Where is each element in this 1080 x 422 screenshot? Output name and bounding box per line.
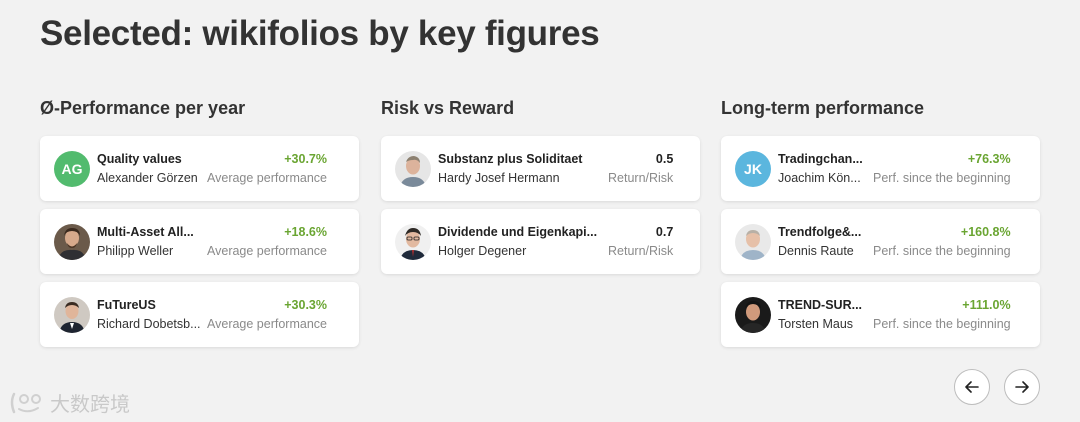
metric-label: Perf. since the beginning [873,316,1011,331]
wikifolio-name: FuTureUS [97,297,156,312]
trader-name: Holger Degener [438,243,527,258]
watermark-logo-icon [10,392,41,413]
trader-photo-icon [395,223,431,260]
avatar [395,223,431,260]
carousel-prev-button[interactable] [954,369,990,405]
arrow-left-icon [965,381,979,393]
trader-photo-icon [54,223,90,260]
performance-value: +111.0% [962,297,1011,312]
avatar-initials: AG [61,160,83,177]
performance-value: +18.6% [284,224,327,239]
trader-name: Richard Dobetsb... [97,316,201,331]
arrow-right-icon [1015,381,1029,393]
wikifolio-card[interactable]: Trendfolge&... Dennis Raute +160.8% Perf… [721,209,1040,274]
wikifolio-name: TREND-SUR... [778,297,863,312]
wikifolio-card[interactable]: Multi-Asset All... Philipp Weller +18.6%… [40,209,359,274]
trader-name: Philipp Weller [97,243,174,258]
avatar [54,223,90,260]
wikifolio-name: Quality values [97,151,182,166]
ratio-value: 0.5 [655,151,674,166]
wikifolio-card[interactable]: TREND-SUR... Torsten Maus +111.0% Perf. … [721,282,1040,347]
metric-label: Perf. since the beginning [873,170,1011,185]
trader-name: Torsten Maus [778,316,854,331]
wikifolio-card[interactable]: JK Tradingchan... Joachim Kön... +76.3% … [721,136,1040,201]
wikifolio-card[interactable]: AG Quality values Alexander Görzen +30.7… [40,136,359,201]
metric-label: Average performance [207,316,327,331]
performance-value: +160.8% [960,224,1011,239]
ratio-value: 0.7 [655,224,674,239]
column-long-term-performance: Long-term performance JK Tradingchan... … [721,96,1040,355]
wikifolio-card[interactable]: Dividende und Eigenkapi... Holger Degene… [381,209,700,274]
trader-name: Hardy Josef Hermann [438,170,560,185]
avatar [395,150,431,187]
metric-label: Return/Risk [608,243,674,258]
wikifolio-name: Substanz plus Soliditaet [438,151,583,166]
column-title: Risk vs Reward [381,98,515,118]
metric-label: Average performance [207,170,327,185]
avatar: JK [735,150,771,187]
column-average-performance: Ø-Performance per year AG Quality values… [40,96,359,355]
page-title: Selected: wikifolios by key figures [40,14,600,53]
trader-photo-icon [735,296,771,333]
performance-value: +30.3% [284,297,327,312]
trader-photo-icon [395,150,431,187]
trader-photo-icon [54,296,90,333]
column-title: Long-term performance [721,98,925,118]
watermark-text: 大数跨境 [50,394,130,416]
avatar [735,296,771,333]
avatar-initials: JK [744,160,762,177]
avatar: AG [54,150,90,187]
wikifolio-card[interactable]: Substanz plus Soliditaet Hardy Josef Her… [381,136,700,201]
metric-label: Return/Risk [608,170,674,185]
trader-name: Joachim Kön... [778,170,861,185]
performance-value: +30.7% [284,151,327,166]
wikifolio-name: Dividende und Eigenkapi... [438,224,598,239]
wikifolio-card[interactable]: FuTureUS Richard Dobetsb... +30.3% Avera… [40,282,359,347]
wikifolio-name: Tradingchan... [778,151,863,166]
trader-name: Alexander Görzen [97,170,198,185]
metric-label: Average performance [207,243,327,258]
wikifolio-name: Trendfolge&... [778,224,862,239]
avatar [735,223,771,260]
column-title: Ø-Performance per year [40,98,246,118]
column-risk-vs-reward: Risk vs Reward Substanz plus Soliditaet … [381,96,700,282]
metric-label: Perf. since the beginning [873,243,1011,258]
trader-photo-icon [735,223,771,260]
trader-name: Dennis Raute [778,243,854,258]
performance-value: +76.3% [967,151,1011,166]
wikifolio-name: Multi-Asset All... [97,224,194,239]
carousel-next-button[interactable] [1004,369,1040,405]
avatar [54,296,90,333]
watermark: 大数跨境 [8,388,130,417]
